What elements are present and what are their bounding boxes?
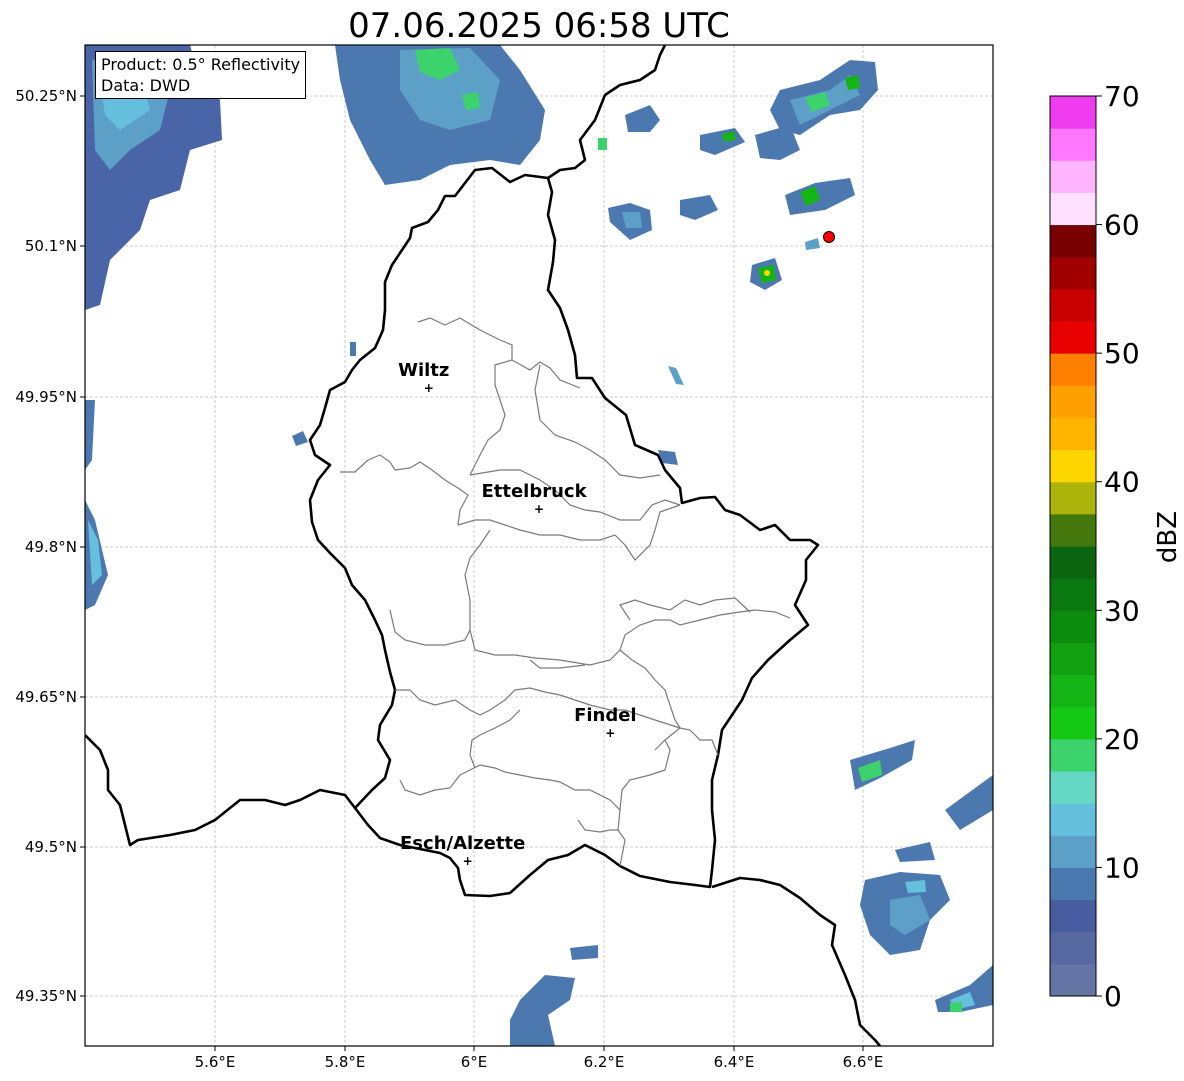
echo-small-1	[598, 138, 607, 150]
colorbar-segment	[1050, 835, 1096, 868]
colorbar-label: dBZ	[1153, 510, 1183, 564]
echo-se-5-green	[950, 1002, 962, 1012]
colorbar-segment	[1050, 546, 1096, 579]
colorbar-segment	[1050, 963, 1096, 997]
colorbar-segment	[1050, 385, 1096, 418]
y-tick-label: 49.8°N	[25, 538, 77, 556]
city-marker-icon: +	[534, 502, 544, 516]
product-info-box: Product: 0.5° Reflectivity Data: DWD	[95, 51, 307, 99]
x-tick-label: 6.2°E	[584, 1053, 625, 1071]
radar-echoes	[85, 45, 993, 1046]
y-tick-label: 49.65°N	[15, 688, 77, 706]
city-marker-icon: +	[605, 726, 615, 740]
echo-mid-small2	[668, 366, 684, 385]
colorbar-tick-label: 60	[1104, 209, 1140, 242]
colorbar-segment	[1050, 578, 1096, 611]
echo-se-2	[945, 775, 993, 830]
echo-ne-2	[625, 105, 660, 132]
colorbar-segment	[1050, 256, 1096, 290]
borders	[85, 45, 881, 1046]
echo-ne-6	[680, 195, 718, 220]
gridlines	[85, 45, 993, 1046]
echo-ne-8-peak	[764, 270, 770, 276]
colorbar-segment	[1050, 321, 1096, 354]
colorbar-segment	[1050, 417, 1096, 451]
data-source-label: Data: DWD	[101, 76, 191, 95]
radar-map: 5.6°E 5.8°E 6°E 6.2°E 6.4°E 6.6°E 50.25°…	[15, 44, 1140, 1071]
colorbar	[1049, 95, 1097, 997]
echo-south	[510, 975, 575, 1046]
colorbar-tick-label: 70	[1104, 80, 1140, 113]
colorbar-tick-label: 20	[1104, 723, 1140, 756]
city-markers: +Wiltz+Ettelbruck+Findel+Esch/Alzette	[398, 360, 637, 868]
colorbar-tick-label: 0	[1104, 980, 1122, 1013]
y-axis: 50.25°N 50.1°N 49.95°N 49.8°N 49.65°N 49…	[15, 87, 85, 1005]
colorbar-tick-label: 40	[1104, 466, 1140, 499]
colorbar-segment	[1050, 353, 1096, 386]
colorbar-segment	[1050, 738, 1096, 772]
echo-south-2	[570, 945, 598, 960]
echo-se-1	[850, 740, 915, 790]
echo-west-small2	[350, 342, 356, 356]
city-marker-icon: +	[424, 381, 434, 395]
city-label: Esch/Alzette	[400, 833, 525, 854]
colorbar-segment	[1050, 771, 1096, 804]
colorbar-tick-label: 30	[1104, 594, 1140, 627]
x-axis: 5.6°E 5.8°E 6°E 6.2°E 6.4°E 6.6°E	[195, 1046, 884, 1071]
y-tick-label: 49.35°N	[15, 987, 77, 1005]
echo-west-small	[292, 431, 308, 446]
colorbar-segment	[1050, 706, 1096, 740]
y-tick-label: 50.1°N	[25, 237, 77, 255]
colorbar-segment	[1050, 803, 1096, 836]
x-tick-label: 6.4°E	[714, 1053, 755, 1071]
echo-ne-7	[785, 178, 855, 215]
city-marker-icon: +	[463, 854, 473, 868]
colorbar-segment	[1050, 867, 1096, 901]
colorbar-segment	[1050, 160, 1096, 193]
colorbar-segment	[1050, 288, 1096, 322]
product-label: Product: 0.5° Reflectivity	[101, 55, 301, 74]
colorbar-segment	[1050, 610, 1096, 643]
colorbar-segment	[1050, 96, 1096, 129]
colorbar-ticks: 0 10 20 30 40 50 60 70	[1096, 80, 1140, 1013]
x-tick-label: 5.6°E	[195, 1053, 236, 1071]
colorbar-segment	[1050, 481, 1096, 515]
colorbar-tick-label: 50	[1104, 337, 1140, 370]
city-label: Wiltz	[398, 360, 449, 381]
y-tick-label: 49.95°N	[15, 388, 77, 406]
luxembourg-border	[308, 166, 820, 898]
y-tick-label: 49.5°N	[25, 838, 77, 856]
colorbar-segment	[1050, 449, 1096, 483]
echo-se-3	[895, 842, 935, 862]
canton-borders	[340, 317, 791, 867]
belgium-france-border	[85, 734, 357, 847]
x-tick-label: 6°E	[461, 1053, 488, 1071]
colorbar-segment	[1050, 224, 1096, 258]
colorbar-segment	[1050, 513, 1096, 547]
plot-frame	[84, 44, 994, 1047]
colorbar-tick-label: 10	[1104, 851, 1140, 884]
colorbar-segment	[1050, 674, 1096, 708]
colorbar-segment	[1050, 642, 1096, 676]
colorbar-segment	[1050, 899, 1096, 933]
y-tick-label: 50.25°N	[15, 87, 77, 105]
echo-small-2	[805, 238, 820, 250]
city-label: Findel	[574, 705, 637, 726]
colorbar-segment	[1050, 128, 1096, 161]
echo-ne-3	[700, 128, 745, 155]
colorbar-segment	[1050, 931, 1096, 965]
echo-se-4-core2	[905, 880, 926, 893]
germany-france-border	[711, 876, 881, 1046]
city-label: Ettelbruck	[481, 481, 587, 502]
echo-west-edge	[85, 400, 95, 470]
radar-site-marker	[823, 231, 835, 243]
x-tick-label: 5.8°E	[325, 1053, 366, 1071]
colorbar-segment	[1050, 192, 1096, 226]
x-tick-label: 6.6°E	[843, 1053, 884, 1071]
